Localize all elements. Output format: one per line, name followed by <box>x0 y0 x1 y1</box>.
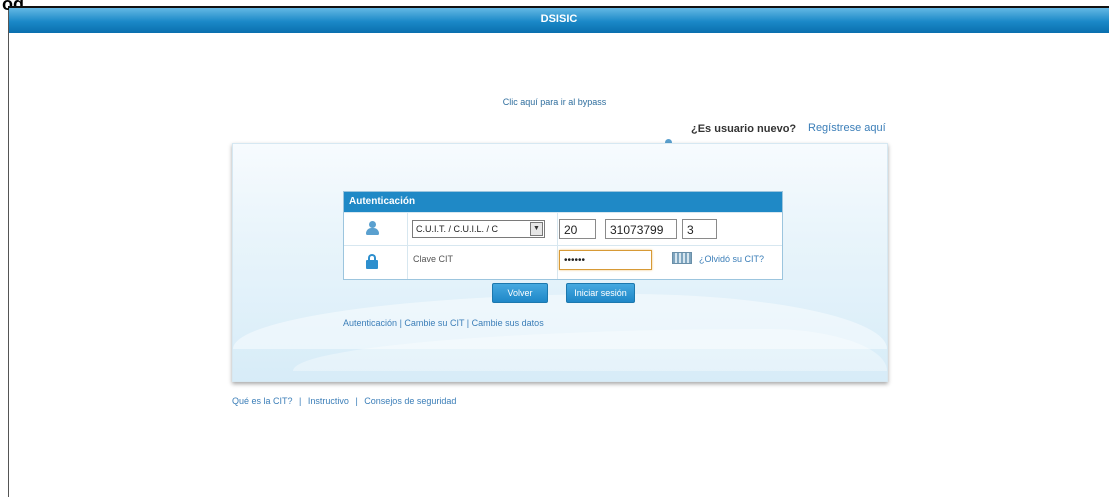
what-is-cit-link[interactable]: Qué es la CIT? <box>232 396 293 406</box>
authentication-title: Autenticación <box>344 192 782 212</box>
forgot-password-link[interactable]: ¿Olvidó su CIT? <box>699 254 764 264</box>
register-link[interactable]: Regístrese aquí <box>808 122 886 134</box>
auth-links: Autenticación | Cambie su CIT | Cambie s… <box>343 318 544 328</box>
app-header: DSISIC <box>9 8 1109 33</box>
volver-button[interactable]: Volver <box>492 283 548 303</box>
header-title: DSISIC <box>540 13 578 25</box>
cuit-fields-cell: 20 31073799 3 <box>557 213 782 245</box>
password-row: Clave CIT •••••• ¿Olvidó su CIT? <box>344 245 782 279</box>
password-label-cell: Clave CIT <box>407 246 558 279</box>
auth-link-separator: | <box>399 318 402 328</box>
cuit-check-digit-input[interactable]: 3 <box>682 219 717 239</box>
password-label: Clave CIT <box>413 254 454 264</box>
instructivo-link[interactable]: Instructivo <box>308 396 349 406</box>
id-type-cell: C.U.I.T. / C.U.I.L. / C ▼ <box>407 213 558 245</box>
id-type-select[interactable]: C.U.I.T. / C.U.I.L. / C ▼ <box>412 220 545 238</box>
id-type-selected-value: C.U.I.T. / C.U.I.L. / C <box>416 224 499 234</box>
security-tips-link[interactable]: Consejos de seguridad <box>364 396 456 406</box>
cuit-prefix-input[interactable]: 20 <box>559 219 596 239</box>
new-user-question: ¿Es usuario nuevo? <box>691 123 797 135</box>
auth-link-separator-2: | <box>466 318 470 328</box>
cuit-row: C.U.I.T. / C.U.I.L. / C ▼ 20 31073799 3 <box>344 212 782 245</box>
change-data-link[interactable]: Cambie sus datos <box>472 318 544 328</box>
footer-separator-1: | <box>299 396 302 406</box>
dropdown-arrow-icon[interactable]: ▼ <box>530 222 543 236</box>
bypass-link[interactable]: Clic aquí para ir al bypass <box>0 97 1109 107</box>
login-button[interactable]: Iniciar sesión <box>566 283 635 303</box>
cuit-number-input[interactable]: 31073799 <box>605 219 677 239</box>
password-icon-cell <box>344 246 408 279</box>
authentication-box: Autenticación C.U.I.T. / C.U.I.L. / C ▼ … <box>343 191 783 280</box>
change-cit-link[interactable]: Cambie su CIT <box>404 318 464 328</box>
password-field-cell: •••••• ¿Olvidó su CIT? <box>557 246 782 279</box>
cuit-icon-cell <box>344 213 408 245</box>
keyboard-icon[interactable] <box>672 252 692 264</box>
lock-icon <box>366 254 378 269</box>
authentication-link[interactable]: Autenticación <box>343 318 397 328</box>
user-icon <box>366 221 379 237</box>
footer-links: Qué es la CIT? | Instructivo | Consejos … <box>232 396 456 406</box>
footer-separator-2: | <box>355 396 358 406</box>
password-input[interactable]: •••••• <box>559 250 652 270</box>
